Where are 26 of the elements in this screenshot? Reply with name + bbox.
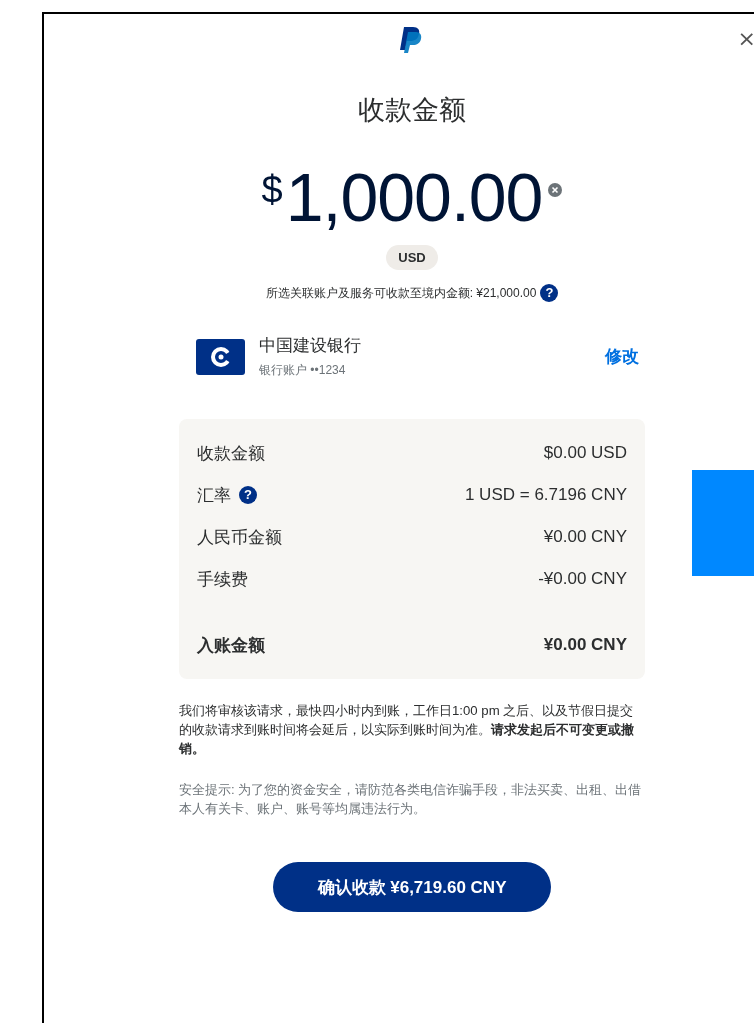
limit-note: 所选关联账户及服务可收款至境内金额: ¥21,000.00 xyxy=(265,284,537,302)
row-label: 收款金额 xyxy=(197,442,265,465)
help-button[interactable]: ? xyxy=(239,486,257,504)
paypal-logo-icon xyxy=(400,26,424,54)
security-tip: 安全提示: 为了您的资金安全，请防范各类电信诈骗手段，非法买卖、出租、出借本人有关卡、账户、账号等均属违法行为。 xyxy=(179,781,643,818)
bank-logo-icon xyxy=(196,338,245,375)
account-number: 银行账户 ••1234 xyxy=(259,362,347,379)
amount-value: $^{$}$1,000.00 xyxy=(261,158,543,237)
row-value: ¥0.00 CNY xyxy=(543,527,627,547)
currency-chip[interactable]: USD xyxy=(386,245,438,270)
row-label: 手续费 xyxy=(197,568,248,591)
help-button[interactable]: ? xyxy=(540,284,559,302)
row-value: -¥0.00 CNY xyxy=(538,569,627,589)
row-label: 人民币金额 xyxy=(197,526,282,549)
row-value: $0.00 USD xyxy=(543,443,627,463)
row-label: 入账金额 xyxy=(197,634,265,657)
clear-icon[interactable] xyxy=(548,182,563,197)
dialog-title: 收款金额 xyxy=(357,94,467,127)
notice-text: 我们将审核该请求，最快四小时内到账，工作日1:00 pm 之后、以及节假日提交的收款请求到账时间将会延后，以实际到账时间为准。请求发起后不可变更或撤销。 xyxy=(179,702,635,758)
row-label: 汇率 xyxy=(197,484,231,507)
confirm-button[interactable]: 确认收款 ¥6,719.60 CNY xyxy=(273,862,551,912)
edit-link[interactable]: 修改 xyxy=(605,345,639,368)
bank-name: 中国建设银行 xyxy=(259,335,362,357)
close-button[interactable]: × xyxy=(737,28,754,50)
row-value: ¥0.00 CNY xyxy=(543,635,627,655)
row-value: 1 USD = 6.7196 CNY xyxy=(464,485,627,505)
